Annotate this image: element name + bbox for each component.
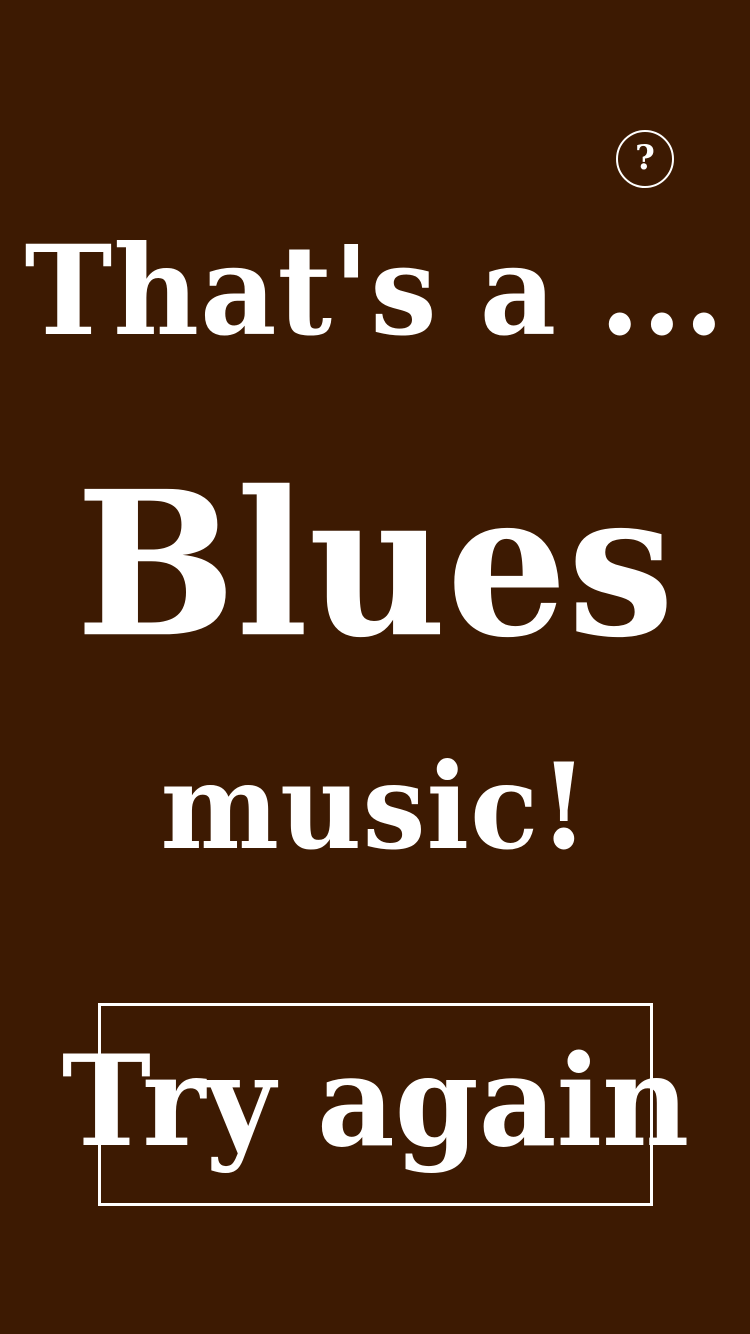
result-genre-title: Blues	[75, 447, 675, 682]
result-outro-text: music!	[160, 738, 590, 877]
question-mark-icon: ?	[635, 138, 655, 178]
help-button[interactable]: ?	[616, 130, 674, 188]
try-again-button[interactable]: Try again	[62, 1003, 689, 1206]
result-intro-text: That's a ...	[24, 217, 726, 364]
try-again-label: Try again	[61, 1026, 690, 1175]
result-screen: ? That's a ... Blues music! Try again	[0, 0, 750, 1334]
